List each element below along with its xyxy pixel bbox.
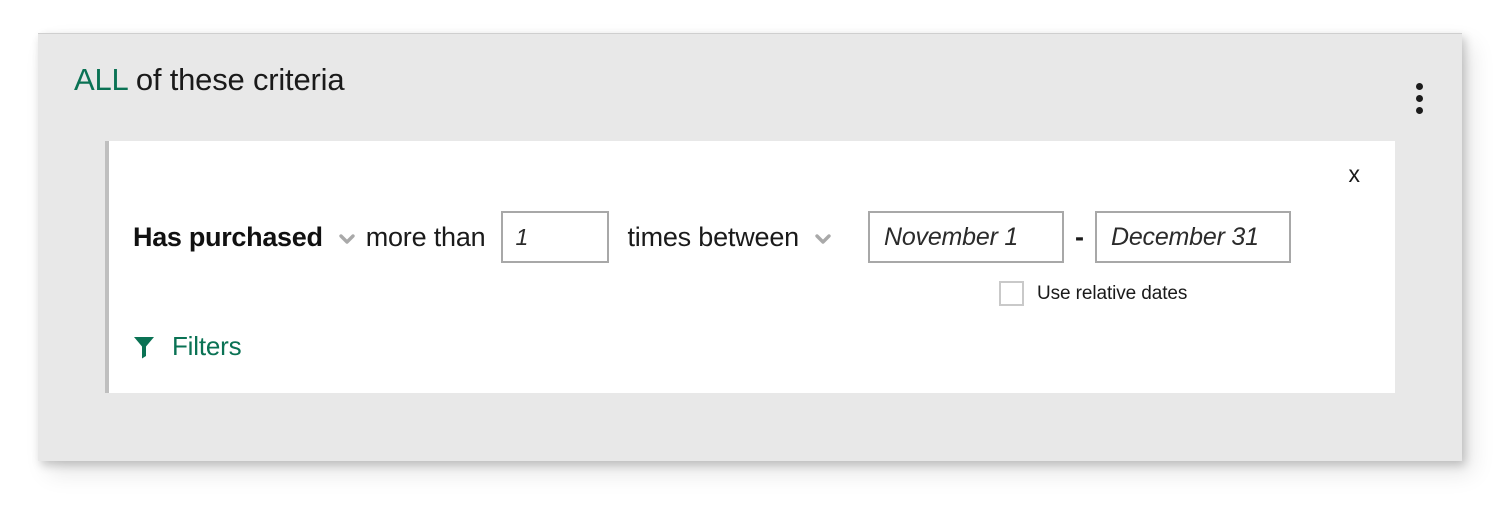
between-dropdown-label: times between — [627, 221, 799, 252]
page-title: ALL of these criteria — [74, 62, 345, 98]
use-relative-dates-label: Use relative dates — [1037, 282, 1188, 304]
count-input[interactable] — [501, 211, 610, 263]
date-range-separator: - — [1074, 221, 1084, 252]
criteria-card: ALL of these criteria x Has purchased mo… — [38, 33, 1462, 461]
chevron-down-icon — [337, 229, 357, 249]
operator-dropdown[interactable]: more than — [366, 222, 486, 253]
kebab-menu-icon[interactable] — [1404, 78, 1434, 118]
filters-button[interactable]: Filters — [133, 331, 242, 362]
checkbox-box — [999, 281, 1024, 306]
chevron-down-icon — [813, 229, 833, 249]
kebab-dot — [1415, 94, 1423, 102]
filters-label: Filters — [172, 331, 242, 361]
attribute-dropdown[interactable]: Has purchased — [133, 222, 366, 253]
close-icon[interactable]: x — [1343, 161, 1367, 188]
criteria-row: Has purchased more than times between — [133, 211, 1291, 263]
between-dropdown[interactable]: times between — [627, 222, 842, 253]
end-date-input[interactable] — [1094, 211, 1291, 263]
kebab-dot — [1415, 82, 1423, 90]
start-date-input[interactable] — [867, 211, 1064, 263]
attribute-dropdown-label: Has purchased — [133, 221, 323, 252]
criteria-card-header: ALL of these criteria — [38, 34, 1462, 141]
use-relative-dates-checkbox[interactable]: Use relative dates — [999, 281, 1187, 306]
page-title-rest: of these criteria — [127, 62, 345, 97]
date-range-group: - — [867, 211, 1291, 263]
screenshot-stage: ALL of these criteria x Has purchased mo… — [0, 0, 1501, 507]
page-title-all-word: ALL — [74, 62, 128, 97]
filter-funnel-icon — [133, 335, 155, 359]
criteria-panel: x Has purchased more than times between — [105, 141, 1395, 393]
kebab-dot — [1415, 106, 1423, 114]
operator-dropdown-label: more than — [365, 221, 486, 252]
